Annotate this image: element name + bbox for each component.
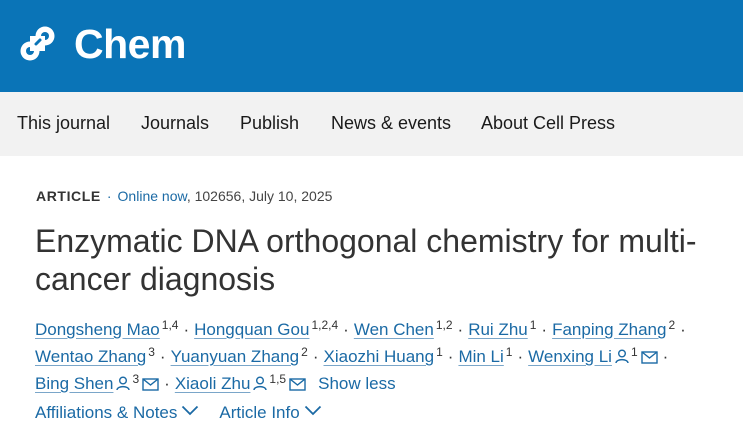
nav-item-this-journal[interactable]: This journal xyxy=(17,112,110,134)
author-affiliation: 1 xyxy=(436,345,443,359)
article-info-label: Article Info xyxy=(219,403,300,422)
nav-item-publish[interactable]: Publish xyxy=(240,112,299,134)
author-separator: · xyxy=(541,320,548,339)
author-line: Wentao Zhang 3 · Yuanyuan Zhang 2 · Xiaozhi Hu… xyxy=(35,339,735,366)
author-affiliation: 3 xyxy=(132,372,140,386)
author-link[interactable]: Xiaoli Zhu xyxy=(175,374,251,393)
person-icon xyxy=(615,349,629,364)
author-affiliation: 2 xyxy=(301,345,308,359)
author-separator: · xyxy=(662,347,669,366)
author-separator: · xyxy=(517,347,524,366)
article-toggles: Affiliations & Notes Article Info xyxy=(35,402,342,424)
envelope-icon[interactable] xyxy=(640,351,658,364)
author-affiliation: 1,4 xyxy=(161,318,179,332)
author-separator: · xyxy=(457,320,464,339)
author-link[interactable]: Wenxing Li xyxy=(528,347,612,366)
envelope-icon[interactable] xyxy=(142,378,159,391)
person-icon xyxy=(253,376,268,391)
author-link[interactable]: Bing Shen xyxy=(35,374,113,393)
nav-item-journals[interactable]: Journals xyxy=(141,112,209,134)
author-affiliation: 1 xyxy=(529,318,537,332)
author-line: Bing Shen 3 · Xiaoli Zhu 1,5 Show less xyxy=(35,366,735,393)
author-affiliation: 2 xyxy=(668,318,676,332)
author-affiliation: 3 xyxy=(148,345,155,359)
author-separator: · xyxy=(343,320,349,339)
affiliations-notes-label: Affiliations & Notes xyxy=(35,403,178,422)
author-link[interactable]: Yuanyuan Zhang xyxy=(171,347,300,366)
author-affiliation: 1,5 xyxy=(269,372,287,386)
nav-item-news-events[interactable]: News & events xyxy=(331,112,451,134)
author-link[interactable]: Wen Chen xyxy=(354,320,434,339)
meta-separator: · xyxy=(106,188,112,204)
author-link[interactable]: Xiaozhi Huang xyxy=(324,347,435,366)
article-title: Enzymatic DNA orthogonal chemistry for m… xyxy=(35,223,697,297)
author-separator: · xyxy=(159,347,166,366)
author-separator: · xyxy=(164,374,170,393)
main-nav: This journal Journals Publish News & eve… xyxy=(0,92,743,156)
author-link[interactable]: Rui Zhu xyxy=(468,320,528,339)
article-details: , 102656, July 10, 2025 xyxy=(186,188,333,204)
online-status-link[interactable]: Online now xyxy=(118,188,187,204)
site-header: Chem xyxy=(0,0,743,92)
article-meta: ARTICLE · Online now, 102656, July 10, 202… xyxy=(36,187,332,205)
author-link[interactable]: Wentao Zhang xyxy=(35,347,146,366)
author-affiliation: 1 xyxy=(630,345,638,359)
nav-item-about-cell-press[interactable]: About Cell Press xyxy=(481,112,615,134)
brand-name: Chem xyxy=(74,21,186,67)
show-less-button[interactable]: Show less xyxy=(318,374,395,393)
author-link[interactable]: Hongquan Gou xyxy=(194,320,309,339)
author-list: Dongsheng Mao 1,4 · Hongquan Gou 1,2,4 · Wen C… xyxy=(35,312,735,393)
author-separator: · xyxy=(312,347,319,366)
chem-logo[interactable]: Chem xyxy=(18,20,186,68)
author-link[interactable]: Fanping Zhang xyxy=(552,320,666,339)
article-type: ARTICLE xyxy=(36,188,101,204)
author-affiliation: 1,2,4 xyxy=(311,318,339,332)
author-separator: · xyxy=(183,320,190,339)
chevron-down-icon xyxy=(304,405,321,416)
article-info-toggle[interactable]: Article Info xyxy=(219,402,321,424)
author-line: Dongsheng Mao 1,4 · Hongquan Gou 1,2,4 · Wen C… xyxy=(35,312,735,339)
chevron-down-icon xyxy=(182,405,199,416)
affiliations-notes-toggle[interactable]: Affiliations & Notes xyxy=(35,402,199,424)
author-affiliation: 1 xyxy=(505,345,513,359)
person-icon xyxy=(116,376,131,391)
author-link[interactable]: Dongsheng Mao xyxy=(35,320,160,339)
author-link[interactable]: Min Li xyxy=(458,347,503,366)
author-affiliation: 1,2 xyxy=(435,318,453,332)
author-separator: · xyxy=(447,347,454,366)
chem-logo-icon xyxy=(20,26,55,61)
author-separator: · xyxy=(680,320,686,339)
envelope-icon[interactable] xyxy=(289,378,306,391)
